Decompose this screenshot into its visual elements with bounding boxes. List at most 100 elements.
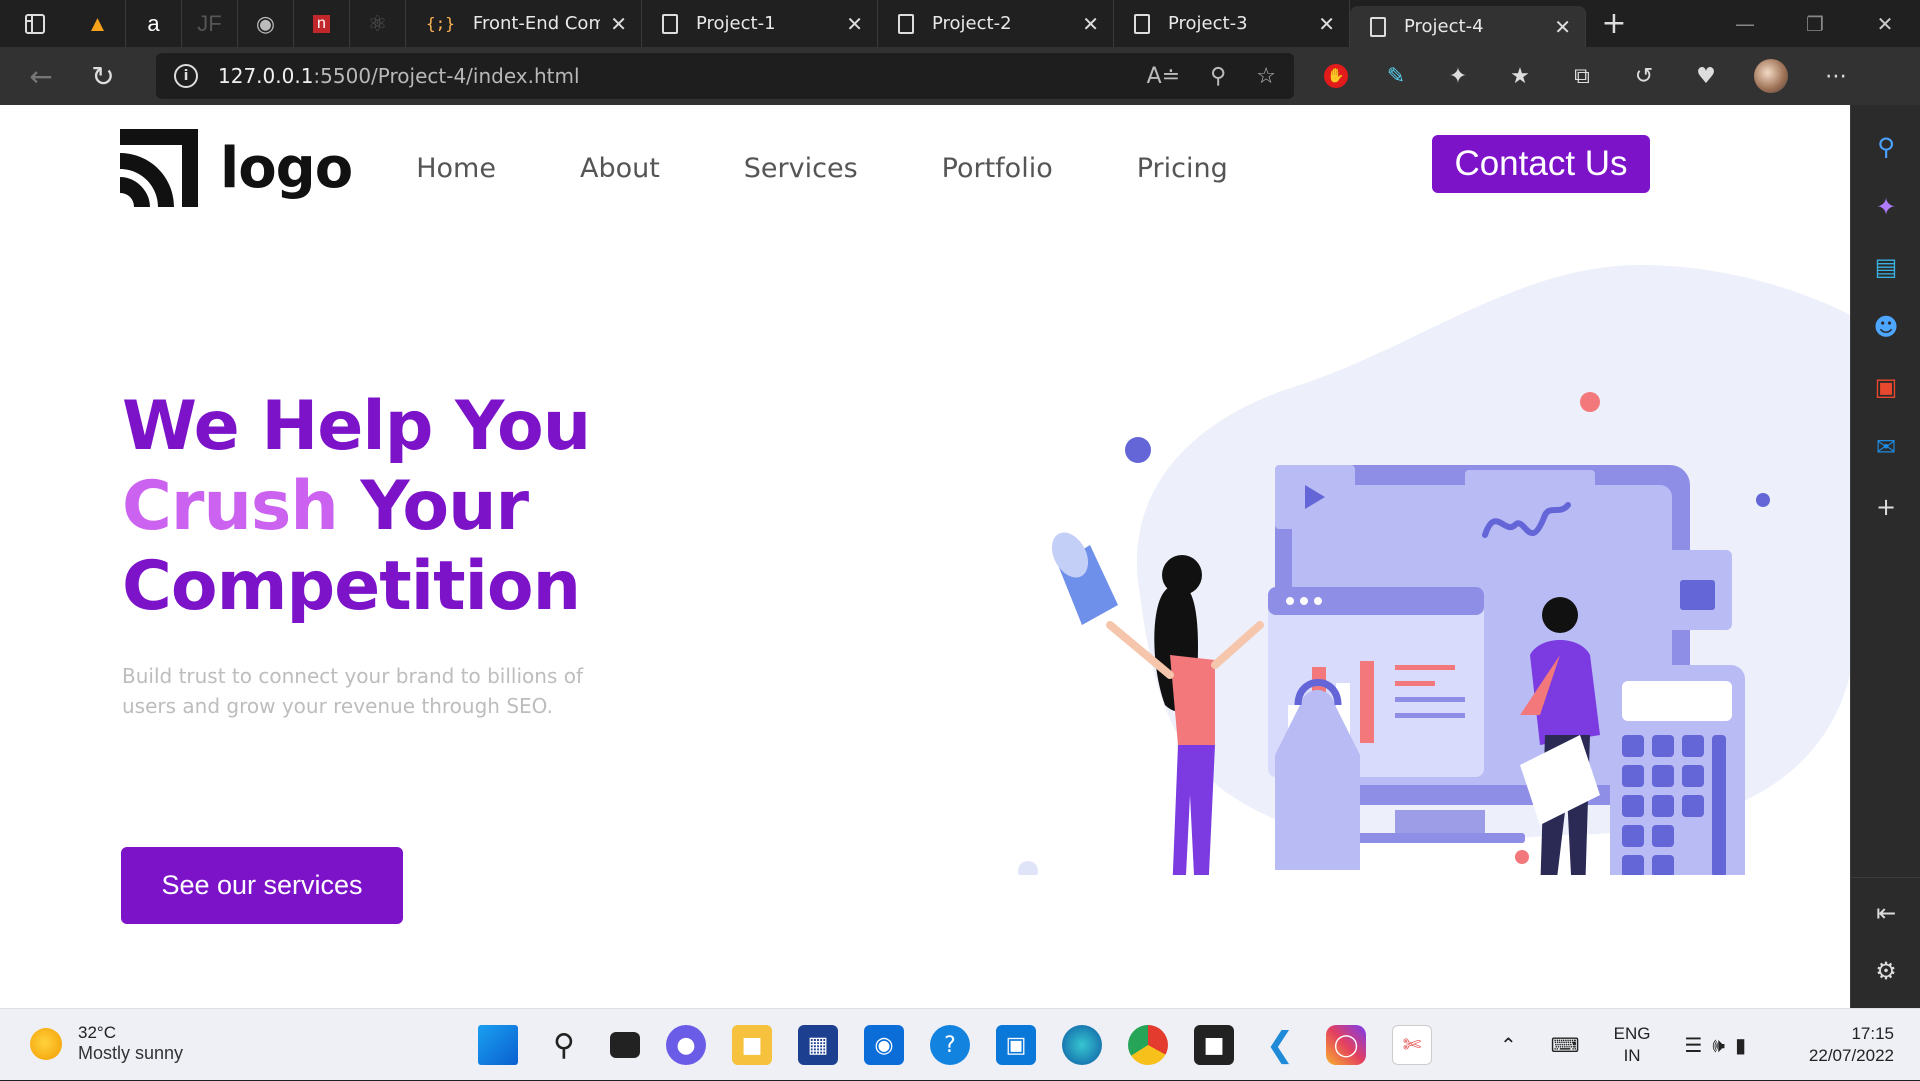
- new-tab-button[interactable]: +: [1586, 0, 1642, 47]
- sidebar-search-icon[interactable]: ⚲: [1851, 127, 1920, 167]
- add-favorite-icon[interactable]: ☆: [1256, 64, 1276, 89]
- hero-line-3: Competition: [122, 547, 581, 626]
- vscode-icon[interactable]: ❮: [1260, 1025, 1300, 1065]
- clock[interactable]: 17:15 22/07/2022: [1809, 1023, 1894, 1067]
- info-icon[interactable]: i: [174, 64, 198, 88]
- task-view-icon[interactable]: [610, 1032, 640, 1058]
- firebase-icon: ▲: [86, 10, 109, 36]
- tab-project-3[interactable]: Project-3 ✕: [1114, 0, 1350, 47]
- pinned-tab-jf[interactable]: JF: [182, 0, 238, 47]
- sticky-notes-icon[interactable]: ■: [1194, 1025, 1234, 1065]
- microsoft-store-icon[interactable]: ▦: [798, 1025, 838, 1065]
- pinned-tab-github[interactable]: ◉: [238, 0, 294, 47]
- nav-about[interactable]: About: [580, 153, 660, 184]
- sidebar-outlook-icon[interactable]: ✉: [1851, 427, 1920, 467]
- zoom-out-icon[interactable]: ⚲: [1210, 64, 1226, 89]
- system-tray: ⌃ ⌨ ENG IN ☰ 🕪 ▮: [1500, 1009, 1780, 1081]
- restore-button[interactable]: ❐: [1780, 0, 1850, 47]
- tab-actions-icon: [25, 13, 45, 34]
- main-nav: Home About Services Portfolio Pricing: [416, 153, 1312, 184]
- clock-time: 17:15: [1851, 1024, 1894, 1043]
- edge-sidebar: ⚲ ✦ ▤ ☻ ▣ ✉ + ⇤ ⚙: [1850, 105, 1920, 1008]
- instagram-icon[interactable]: ◯: [1326, 1025, 1366, 1065]
- tab-actions-button[interactable]: [0, 0, 70, 47]
- site-logo[interactable]: logo: [120, 129, 353, 207]
- more-menu-icon[interactable]: ⋯: [1822, 62, 1850, 90]
- lang-line-2: IN: [1623, 1046, 1641, 1065]
- hero-line-1: We Help You: [122, 387, 591, 466]
- close-icon[interactable]: ✕: [610, 12, 627, 36]
- start-icon[interactable]: [478, 1025, 518, 1065]
- language-indicator[interactable]: ENG IN: [1614, 1023, 1651, 1067]
- red-app-icon: n: [313, 14, 330, 33]
- close-icon[interactable]: ✕: [1318, 12, 1335, 36]
- nav-portfolio[interactable]: Portfolio: [942, 153, 1053, 184]
- weather-widget[interactable]: 32°C Mostly sunny: [30, 1023, 183, 1064]
- battery-icon[interactable]: ▮: [1735, 1033, 1746, 1057]
- extensions-icon[interactable]: ✦: [1444, 62, 1472, 90]
- page-viewport: logo Home About Services Portfolio Prici…: [0, 105, 1850, 1008]
- close-icon[interactable]: ✕: [846, 12, 863, 36]
- volume-icon[interactable]: 🕪: [1712, 1033, 1725, 1057]
- tab-project-4[interactable]: Project-4 ✕: [1350, 6, 1586, 47]
- sidebar-discover-icon[interactable]: ✦: [1851, 187, 1920, 227]
- tab-front-end-comm[interactable]: {;} Front-End Comm ✕: [406, 0, 642, 47]
- close-icon[interactable]: ✕: [1082, 12, 1099, 36]
- browser-essentials-icon[interactable]: ♥: [1692, 62, 1720, 90]
- amazon-icon: a: [147, 10, 160, 36]
- tab-title: Project-1: [696, 13, 776, 34]
- history-icon[interactable]: ↺: [1630, 62, 1658, 90]
- favorites-icon[interactable]: ★: [1506, 62, 1534, 90]
- plus-icon: +: [1601, 6, 1627, 41]
- chrome-icon[interactable]: [1128, 1025, 1168, 1065]
- sidebar-office-icon[interactable]: ▣: [1851, 367, 1920, 407]
- remote-desktop-icon[interactable]: ▣: [996, 1025, 1036, 1065]
- chat-icon[interactable]: ●: [666, 1025, 706, 1065]
- minimize-button[interactable]: —: [1710, 0, 1780, 47]
- tab-strip: ▲ a JF ◉ n ⚛ {;} Front-End Comm ✕ Projec…: [0, 0, 1920, 47]
- read-aloud-icon[interactable]: A≐: [1147, 64, 1180, 89]
- sidebar-settings-icon[interactable]: ⚙: [1851, 951, 1920, 991]
- edge-icon[interactable]: [1062, 1025, 1102, 1065]
- pinned-tab-amazon[interactable]: a: [126, 0, 182, 47]
- adblock-icon[interactable]: ✋: [1324, 64, 1348, 88]
- profile-avatar[interactable]: [1754, 59, 1788, 93]
- sidebar-tools-icon[interactable]: ▤: [1851, 247, 1920, 287]
- snipping-tool-icon[interactable]: ✄: [1392, 1025, 1432, 1065]
- nav-pricing[interactable]: Pricing: [1137, 153, 1228, 184]
- nav-services[interactable]: Services: [744, 153, 858, 184]
- pinned-tab-firebase[interactable]: ▲: [70, 0, 126, 47]
- close-window-button[interactable]: ✕: [1850, 0, 1920, 47]
- collections-icon[interactable]: ⧉: [1568, 62, 1596, 90]
- tab-project-1[interactable]: Project-1 ✕: [642, 0, 878, 47]
- sidebar-add-icon[interactable]: +: [1851, 487, 1920, 527]
- chevron-up-icon[interactable]: ⌃: [1500, 1033, 1517, 1057]
- document-icon: [662, 13, 678, 34]
- close-icon[interactable]: ✕: [1554, 15, 1571, 39]
- see-services-button[interactable]: See our services: [121, 847, 403, 924]
- refresh-button[interactable]: ↻: [72, 47, 134, 105]
- blue-app-icon[interactable]: ◉: [864, 1025, 904, 1065]
- keyboard-icon[interactable]: ⌨: [1551, 1033, 1580, 1057]
- address-bar[interactable]: i 127.0.0.1:5500/Project-4/index.html A≐…: [156, 53, 1294, 99]
- hero-description: Build trust to connect your brand to bil…: [122, 664, 583, 718]
- pinned-tab-react[interactable]: ⚛: [350, 0, 406, 47]
- help-icon[interactable]: ?: [930, 1025, 970, 1065]
- wifi-icon[interactable]: ☰: [1684, 1033, 1702, 1057]
- jf-icon: JF: [197, 10, 222, 36]
- pinned-tab-red-app[interactable]: n: [294, 0, 350, 47]
- extension-pen-icon[interactable]: ✎: [1382, 62, 1410, 90]
- nav-home[interactable]: Home: [416, 153, 496, 184]
- sidebar-hide-icon[interactable]: ⇤: [1851, 893, 1920, 933]
- back-button[interactable]: ←: [10, 47, 72, 105]
- file-explorer-icon[interactable]: ■: [732, 1025, 772, 1065]
- document-icon: [1134, 13, 1150, 34]
- logo-mark-icon: [120, 129, 198, 207]
- react-icon: ⚛: [367, 10, 388, 36]
- github-icon: ◉: [255, 10, 276, 36]
- search-icon[interactable]: ⚲: [544, 1025, 584, 1065]
- contact-us-button[interactable]: Contact Us: [1432, 135, 1650, 193]
- sidebar-games-icon[interactable]: ☻: [1851, 307, 1920, 347]
- weather-temp: 32°C: [78, 1023, 116, 1042]
- tab-project-2[interactable]: Project-2 ✕: [878, 0, 1114, 47]
